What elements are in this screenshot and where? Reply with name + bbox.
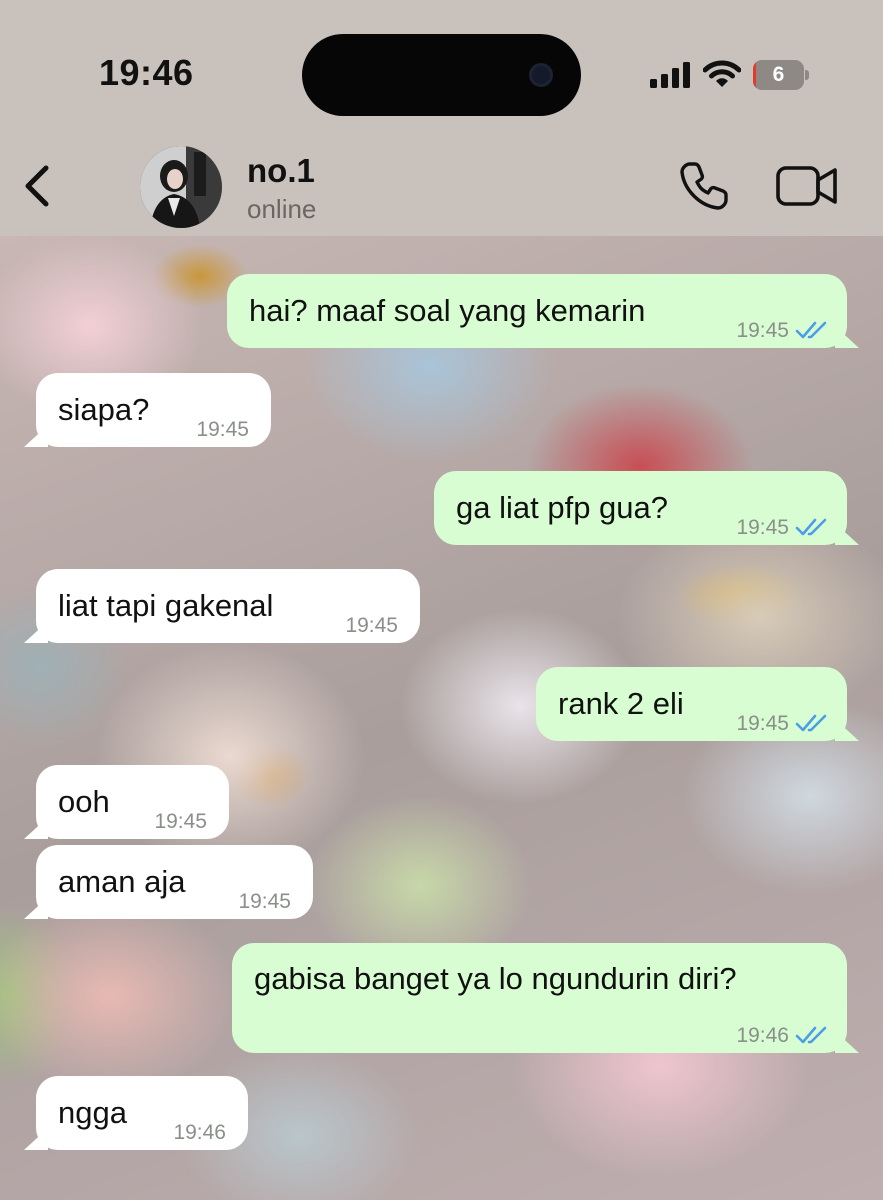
message-time: 19:45 [196, 418, 249, 441]
front-camera-icon [529, 63, 553, 87]
phone-icon[interactable] [678, 160, 730, 212]
video-camera-icon[interactable] [776, 164, 838, 208]
cellular-signal-icon [650, 62, 690, 88]
message-text: liat tapi gakenal [58, 588, 274, 623]
top-bar: 19:46 6 no.1 online [0, 0, 883, 236]
dynamic-island [302, 34, 581, 116]
status-time: 19:46 [99, 52, 194, 93]
chat-area[interactable]: hai? maaf soal yang kemarin 19:45 siapa?… [0, 236, 883, 1200]
message-bubble-outgoing[interactable]: rank 2 eli 19:45 [536, 667, 859, 741]
message-bubble-incoming[interactable]: ooh 19:45 [24, 765, 229, 839]
message-text: hai? maaf soal yang kemarin [249, 293, 646, 328]
message-bubble-incoming[interactable]: ngga 19:46 [24, 1076, 248, 1150]
message-text: gabisa banget ya lo ngundurin diri? [254, 961, 737, 996]
message-text: siapa? [58, 392, 150, 427]
message-time: 19:46 [173, 1121, 226, 1144]
message-bubble-incoming[interactable]: aman aja 19:45 [24, 845, 313, 919]
double-check-icon [795, 714, 827, 732]
battery-indicator: 6 [753, 60, 809, 90]
double-check-icon [795, 518, 827, 536]
chevron-left-icon[interactable] [20, 162, 54, 210]
message-time: 19:45 [238, 890, 291, 913]
message-text: aman aja [58, 864, 186, 899]
message-text: ngga [58, 1095, 127, 1130]
message-time: 19:45 [736, 712, 789, 735]
message-text: ooh [58, 784, 110, 819]
wifi-icon [703, 60, 741, 87]
message-time: 19:45 [736, 516, 789, 539]
message-bubble-incoming[interactable]: siapa? 19:45 [24, 373, 271, 447]
message-bubble-outgoing[interactable]: gabisa banget ya lo ngundurin diri? 19:4… [232, 943, 859, 1053]
message-bubble-outgoing[interactable]: ga liat pfp gua? 19:45 [434, 471, 859, 545]
message-bubble-outgoing[interactable]: hai? maaf soal yang kemarin 19:45 [227, 274, 859, 348]
battery-level: 6 [772, 63, 785, 86]
avatar[interactable] [140, 146, 222, 228]
message-text: rank 2 eli [558, 686, 684, 721]
double-check-icon [795, 1026, 827, 1044]
message-time: 19:45 [345, 614, 398, 637]
double-check-icon [795, 321, 827, 339]
message-time: 19:45 [736, 319, 789, 342]
message-bubble-incoming[interactable]: liat tapi gakenal 19:45 [24, 569, 420, 643]
message-time: 19:46 [736, 1024, 789, 1047]
contact-status: online [247, 194, 317, 224]
message-time: 19:45 [154, 810, 207, 833]
contact-name[interactable]: no.1 [247, 152, 315, 190]
message-text: ga liat pfp gua? [456, 490, 669, 525]
